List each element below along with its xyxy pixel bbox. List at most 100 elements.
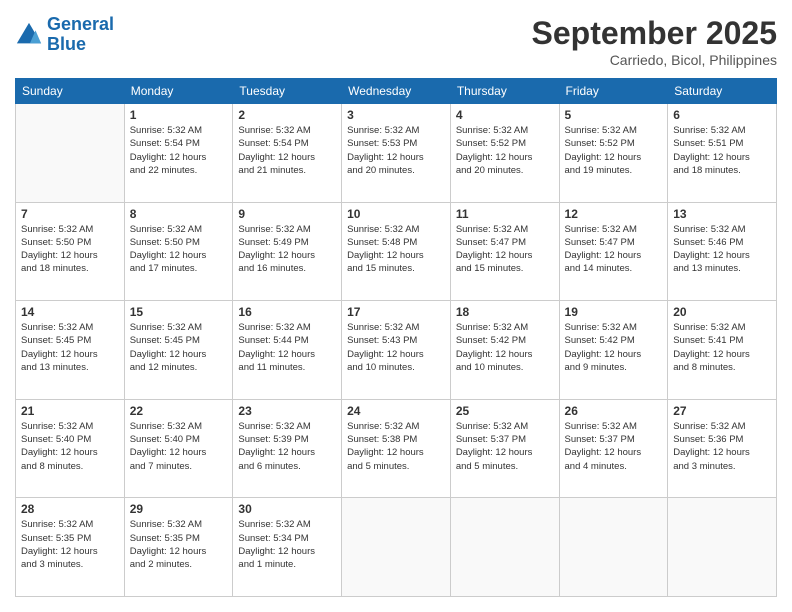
calendar-cell: 4 Sunrise: 5:32 AM Sunset: 5:52 PM Daylig… [450,104,559,203]
week-row-0: 1 Sunrise: 5:32 AM Sunset: 5:54 PM Daylig… [16,104,777,203]
day-info: Sunrise: 5:32 AM Sunset: 5:42 PM Dayligh… [456,321,554,374]
calendar-page: General Blue September 2025 Carriedo, Bi… [0,0,792,612]
day-info: Sunrise: 5:32 AM Sunset: 5:43 PM Dayligh… [347,321,445,374]
logo-general: General [47,14,114,34]
calendar-cell: 18 Sunrise: 5:32 AM Sunset: 5:42 PM Dayli… [450,301,559,400]
calendar-cell: 1Sunrise: 5:32 AM Sunset: 5:54 PM Daylig… [124,104,233,203]
weekday-sunday: Sunday [16,79,125,104]
day-info: Sunrise: 5:32 AM Sunset: 5:35 PM Dayligh… [130,518,228,571]
day-info: Sunrise: 5:32 AM Sunset: 5:37 PM Dayligh… [565,420,663,473]
title-area: September 2025 Carriedo, Bicol, Philippi… [532,15,777,68]
calendar-cell: 8 Sunrise: 5:32 AM Sunset: 5:50 PM Daylig… [124,202,233,301]
day-number: 11 [456,207,554,221]
day-info: Sunrise: 5:32 AM Sunset: 5:47 PM Dayligh… [565,223,663,276]
calendar-cell: 30 Sunrise: 5:32 AM Sunset: 5:34 PM Dayli… [233,498,342,597]
day-number: 21 [21,404,119,418]
day-number: 7 [21,207,119,221]
day-info: Sunrise: 5:32 AM Sunset: 5:41 PM Dayligh… [673,321,771,374]
weekday-friday: Friday [559,79,668,104]
day-number: 28 [21,502,119,516]
day-number: 4 [456,108,554,122]
day-number: 2 [238,108,336,122]
day-info: Sunrise: 5:32 AM Sunset: 5:47 PM Dayligh… [456,223,554,276]
day-info: Sunrise: 5:32 AM Sunset: 5:37 PM Dayligh… [456,420,554,473]
day-info: Sunrise: 5:32 AM Sunset: 5:48 PM Dayligh… [347,223,445,276]
calendar-cell: 9Sunrise: 5:32 AM Sunset: 5:49 PM Daylig… [233,202,342,301]
weekday-saturday: Saturday [668,79,777,104]
calendar-cell [16,104,125,203]
calendar-cell [342,498,451,597]
week-row-4: 28 Sunrise: 5:32 AM Sunset: 5:35 PM Dayli… [16,498,777,597]
calendar-cell: 22Sunrise: 5:32 AM Sunset: 5:40 PM Dayli… [124,399,233,498]
day-number: 18 [456,305,554,319]
day-info: Sunrise: 5:32 AM Sunset: 5:52 PM Dayligh… [565,124,663,177]
calendar-cell: 12 Sunrise: 5:32 AM Sunset: 5:47 PM Dayli… [559,202,668,301]
weekday-thursday: Thursday [450,79,559,104]
calendar-cell [450,498,559,597]
logo: General Blue [15,15,114,55]
day-number: 20 [673,305,771,319]
day-info: Sunrise: 5:32 AM Sunset: 5:53 PM Dayligh… [347,124,445,177]
day-number: 19 [565,305,663,319]
logo-text: General Blue [47,15,114,55]
calendar-cell: 24Sunrise: 5:32 AM Sunset: 5:38 PM Dayli… [342,399,451,498]
week-row-3: 21 Sunrise: 5:32 AM Sunset: 5:40 PM Dayli… [16,399,777,498]
day-number: 16 [238,305,336,319]
day-info: Sunrise: 5:32 AM Sunset: 5:44 PM Dayligh… [238,321,336,374]
week-row-2: 14Sunrise: 5:32 AM Sunset: 5:45 PM Dayli… [16,301,777,400]
day-info: Sunrise: 5:32 AM Sunset: 5:42 PM Dayligh… [565,321,663,374]
calendar-cell: 23 Sunrise: 5:32 AM Sunset: 5:39 PM Dayli… [233,399,342,498]
calendar-cell: 25Sunrise: 5:32 AM Sunset: 5:37 PM Dayli… [450,399,559,498]
day-number: 23 [238,404,336,418]
day-info: Sunrise: 5:32 AM Sunset: 5:50 PM Dayligh… [130,223,228,276]
day-info: Sunrise: 5:32 AM Sunset: 5:45 PM Dayligh… [21,321,119,374]
day-info: Sunrise: 5:32 AM Sunset: 5:52 PM Dayligh… [456,124,554,177]
day-number: 13 [673,207,771,221]
day-number: 6 [673,108,771,122]
month-title: September 2025 [532,15,777,52]
day-number: 27 [673,404,771,418]
calendar-cell: 6 Sunrise: 5:32 AM Sunset: 5:51 PM Daylig… [668,104,777,203]
header: General Blue September 2025 Carriedo, Bi… [15,15,777,68]
calendar-cell: 10Sunrise: 5:32 AM Sunset: 5:48 PM Dayli… [342,202,451,301]
day-info: Sunrise: 5:32 AM Sunset: 5:50 PM Dayligh… [21,223,119,276]
calendar-cell: 27 Sunrise: 5:32 AM Sunset: 5:36 PM Dayli… [668,399,777,498]
day-number: 17 [347,305,445,319]
day-info: Sunrise: 5:32 AM Sunset: 5:36 PM Dayligh… [673,420,771,473]
day-number: 29 [130,502,228,516]
day-number: 1 [130,108,228,122]
calendar-table: SundayMondayTuesdayWednesdayThursdayFrid… [15,78,777,597]
calendar-cell [559,498,668,597]
calendar-cell: 13 Sunrise: 5:32 AM Sunset: 5:46 PM Dayli… [668,202,777,301]
weekday-wednesday: Wednesday [342,79,451,104]
calendar-cell: 29 Sunrise: 5:32 AM Sunset: 5:35 PM Dayli… [124,498,233,597]
day-info: Sunrise: 5:32 AM Sunset: 5:40 PM Dayligh… [130,420,228,473]
calendar-cell: 17 Sunrise: 5:32 AM Sunset: 5:43 PM Dayli… [342,301,451,400]
logo-blue: Blue [47,34,86,54]
week-row-1: 7 Sunrise: 5:32 AM Sunset: 5:50 PM Daylig… [16,202,777,301]
calendar-cell: 19 Sunrise: 5:32 AM Sunset: 5:42 PM Dayli… [559,301,668,400]
calendar-cell: 3 Sunrise: 5:32 AM Sunset: 5:53 PM Daylig… [342,104,451,203]
day-info: Sunrise: 5:32 AM Sunset: 5:45 PM Dayligh… [130,321,228,374]
calendar-cell: 16 Sunrise: 5:32 AM Sunset: 5:44 PM Dayli… [233,301,342,400]
day-info: Sunrise: 5:32 AM Sunset: 5:40 PM Dayligh… [21,420,119,473]
calendar-cell: 21 Sunrise: 5:32 AM Sunset: 5:40 PM Dayli… [16,399,125,498]
day-info: Sunrise: 5:32 AM Sunset: 5:39 PM Dayligh… [238,420,336,473]
location: Carriedo, Bicol, Philippines [532,52,777,68]
calendar-cell: 15Sunrise: 5:32 AM Sunset: 5:45 PM Dayli… [124,301,233,400]
day-number: 9 [238,207,336,221]
day-number: 12 [565,207,663,221]
day-number: 3 [347,108,445,122]
calendar-cell [668,498,777,597]
day-number: 30 [238,502,336,516]
day-info: Sunrise: 5:32 AM Sunset: 5:46 PM Dayligh… [673,223,771,276]
day-info: Sunrise: 5:32 AM Sunset: 5:34 PM Dayligh… [238,518,336,571]
calendar-cell: 28Sunrise: 5:32 AM Sunset: 5:35 PM Dayli… [16,498,125,597]
day-number: 8 [130,207,228,221]
calendar-cell: 11 Sunrise: 5:32 AM Sunset: 5:47 PM Dayli… [450,202,559,301]
calendar-cell: 7 Sunrise: 5:32 AM Sunset: 5:50 PM Daylig… [16,202,125,301]
day-info: Sunrise: 5:32 AM Sunset: 5:54 PM Dayligh… [238,124,336,177]
day-info: Sunrise: 5:32 AM Sunset: 5:51 PM Dayligh… [673,124,771,177]
weekday-tuesday: Tuesday [233,79,342,104]
calendar-cell: 2 Sunrise: 5:32 AM Sunset: 5:54 PM Daylig… [233,104,342,203]
